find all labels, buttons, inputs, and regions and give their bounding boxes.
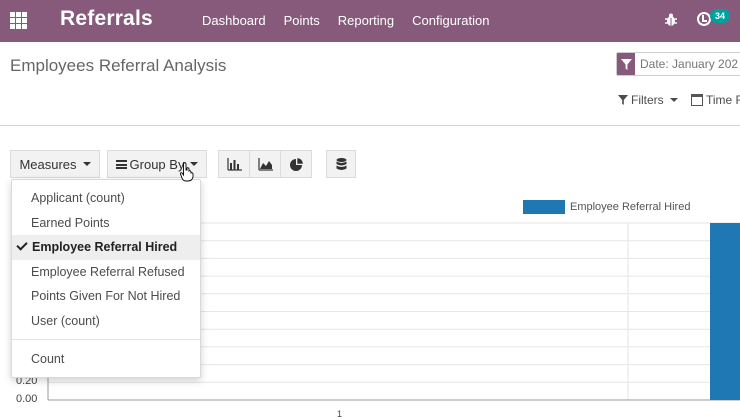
measure-item[interactable]: Employee Referral Hired [12, 235, 200, 261]
filter-icon [618, 95, 628, 105]
measure-item-label: Employee Referral Refused [31, 264, 185, 279]
legend-label: Employee Referral Hired [570, 201, 691, 213]
filters-label: Filters [631, 93, 664, 107]
line-chart-button[interactable] [249, 150, 281, 178]
y-tick-label: 0.00 [16, 393, 38, 405]
measure-item[interactable]: Applicant (count) [12, 186, 200, 211]
menu-item-configuration[interactable]: Configuration [412, 13, 489, 28]
bar-chart-icon [226, 157, 242, 171]
measure-item[interactable]: Earned Points [12, 211, 200, 236]
measure-item-label: Employee Referral Hired [32, 240, 178, 255]
caret-down-icon [82, 162, 91, 166]
menu-item-dashboard[interactable]: Dashboard [202, 13, 266, 28]
measure-item[interactable]: Points Given For Not Hired [12, 284, 200, 309]
chart-legend[interactable]: Employee Referral Hired [523, 200, 690, 214]
measure-item[interactable]: Employee Referral Refused [12, 260, 200, 285]
measure-item-count[interactable]: Count [12, 347, 200, 372]
database-icon [336, 157, 346, 170]
filters-button[interactable]: Filters [618, 93, 678, 107]
measures-button[interactable]: Measures [10, 150, 100, 178]
bug-icon[interactable] [664, 12, 678, 28]
measure-item[interactable]: User (count) [12, 309, 200, 334]
measure-item-label: Points Given For Not Hired [31, 289, 181, 304]
search-facet-date[interactable]: Date: January 202 [616, 52, 740, 76]
menu-item-points[interactable]: Points [284, 13, 320, 28]
hand-cursor-icon [180, 162, 194, 182]
group-by-label: Group By [129, 156, 185, 172]
apps-grid-icon[interactable] [10, 12, 27, 29]
calendar-icon [691, 94, 703, 106]
app-name[interactable]: Referrals [60, 7, 153, 31]
legend-swatch [523, 200, 565, 214]
measures-dropdown: User (count) Points Given For Not Hired Em… [11, 179, 201, 378]
filter-icon [617, 53, 635, 75]
measure-item-label: User (count) [31, 314, 100, 328]
dropdown-divider [12, 339, 200, 340]
bars-icon [115, 159, 127, 169]
top-navbar: Referrals Dashboard Points Reporting Con… [0, 0, 740, 42]
caret-down-icon [669, 98, 678, 102]
measure-item-label: Applicant (count) [31, 191, 125, 205]
bar[interactable] [710, 223, 740, 400]
time-range-label: Time R [706, 93, 740, 107]
measures-label: Measures [19, 156, 77, 172]
activity-icon[interactable] [697, 12, 711, 26]
check-icon [16, 239, 28, 251]
main-menu: Dashboard Points Reporting Configuration [202, 13, 507, 28]
stacked-toggle-button[interactable] [326, 150, 356, 178]
area-chart-icon [257, 157, 273, 171]
time-range-button[interactable]: Time R [691, 93, 740, 107]
measure-item-label: Earned Points [31, 215, 110, 230]
bar-chart-button[interactable] [218, 150, 250, 178]
pie-chart-button[interactable] [280, 150, 312, 178]
activity-count-badge: 34 [710, 9, 730, 23]
control-panel-divider [0, 125, 740, 126]
pie-chart-icon [289, 157, 303, 171]
x-tick-label: 1 [337, 409, 343, 417]
page-title: Employees Referral Analysis [10, 56, 227, 75]
chart-mode-group [218, 150, 312, 178]
facet-value: Date: January 202 [640, 57, 739, 71]
menu-item-reporting[interactable]: Reporting [338, 13, 394, 28]
